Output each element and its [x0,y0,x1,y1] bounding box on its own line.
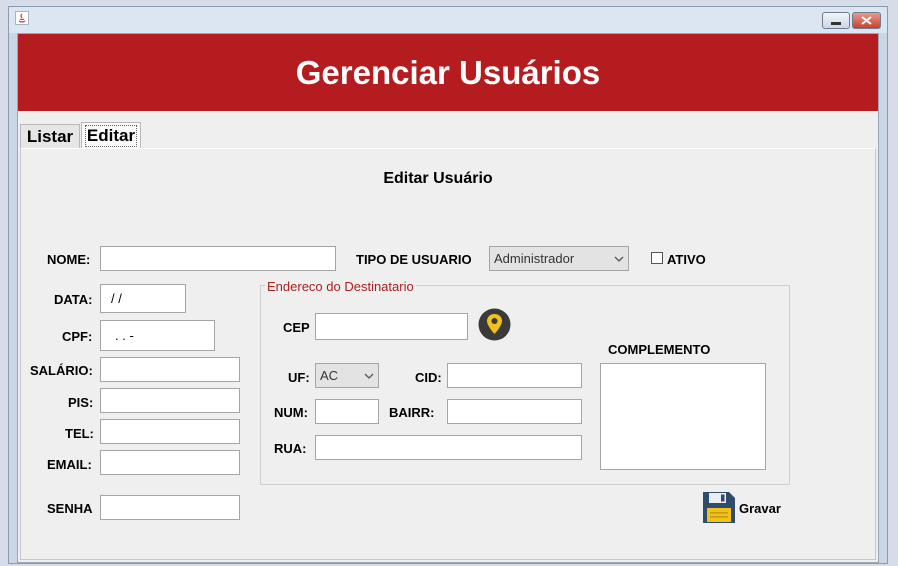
cep-input[interactable] [315,313,468,340]
data-input[interactable]: / / [100,284,186,313]
window-titlebar[interactable] [9,7,887,33]
uf-label: UF: [288,370,310,385]
address-group-title: Endereco do Destinatario [265,279,416,294]
rua-label: RUA: [274,441,307,456]
floppy-disk-icon [703,492,735,523]
tab-listar[interactable]: Listar [20,124,80,149]
cid-input[interactable] [447,363,582,388]
rua-input[interactable] [315,435,582,460]
tipo-usuario-label: TIPO DE USUARIO [356,252,472,267]
email-input[interactable] [100,450,240,475]
tab-listar-label: Listar [26,127,74,146]
ativo-label: ATIVO [667,252,706,267]
location-pin-icon [478,308,511,341]
tel-input[interactable] [100,419,240,444]
salario-input[interactable] [100,357,240,382]
minimize-icon [831,22,841,25]
pis-input[interactable] [100,388,240,413]
email-label: EMAIL: [47,457,92,472]
cpf-label: CPF: [62,329,93,344]
tipo-usuario-select[interactable]: Administrador [489,246,629,271]
num-label: NUM: [274,405,308,420]
minimize-button[interactable] [822,12,850,29]
save-button[interactable] [702,491,736,524]
chevron-down-icon [364,373,374,379]
tipo-usuario-value: Administrador [494,251,575,266]
nome-input[interactable] [100,246,336,271]
chevron-down-icon [614,256,624,262]
nome-label: NOME: [47,252,91,267]
data-label: DATA: [54,292,93,307]
tab-editar-label: Editar [84,125,138,147]
tab-editar[interactable]: Editar [81,122,141,149]
salario-label: SALÁRIO: [30,363,93,378]
tel-label: TEL: [65,426,94,441]
num-input[interactable] [315,399,379,424]
bairr-label: BAIRR: [389,405,435,420]
cep-search-button[interactable] [478,308,511,341]
save-label[interactable]: Gravar [739,501,781,516]
complemento-textarea[interactable] [600,363,766,470]
section-title: Editar Usuário [383,170,493,187]
cid-label: CID: [415,370,442,385]
bairr-input[interactable] [447,399,582,424]
pis-label: PIS: [68,395,94,410]
uf-value: AC [320,368,339,383]
java-app-icon [15,11,29,25]
close-icon [861,16,872,25]
senha-label: SENHA [47,501,93,516]
page-title: Gerenciar Usuários [295,53,601,91]
cep-label: CEP [283,320,310,335]
senha-input[interactable] [100,495,240,520]
cpf-input[interactable]: . . - [100,320,215,351]
complemento-label: COMPLEMENTO [608,342,711,357]
ativo-checkbox[interactable] [651,252,663,264]
close-button[interactable] [852,12,881,29]
uf-select[interactable]: AC [315,363,379,388]
